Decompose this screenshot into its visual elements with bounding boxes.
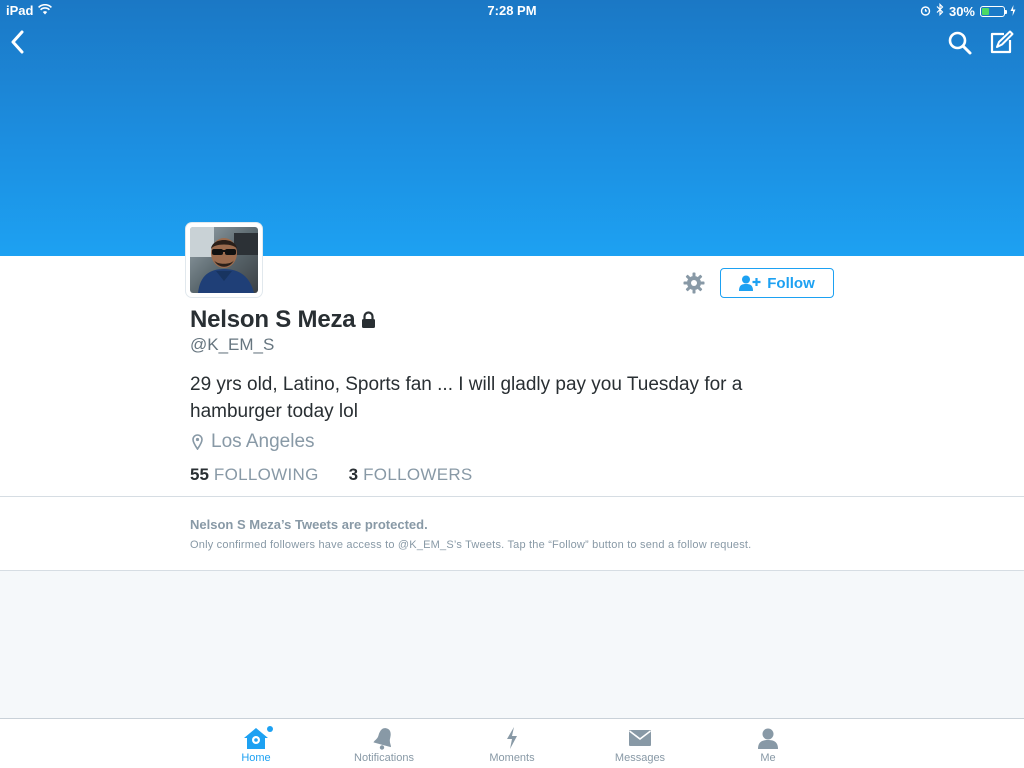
- protected-title: Nelson S Meza’s Tweets are protected.: [190, 517, 428, 532]
- status-bar: iPad 7:28 PM 30%: [0, 0, 1024, 22]
- tab-me-label: Me: [760, 752, 776, 764]
- avatar[interactable]: [186, 223, 262, 297]
- tab-notifications[interactable]: Notifications: [339, 725, 429, 764]
- following-label: FOLLOWING: [213, 465, 319, 484]
- back-button[interactable]: [4, 28, 30, 56]
- profile-bio: 29 yrs old, Latino, Sports fan ... I wil…: [190, 374, 743, 422]
- add-user-icon: [739, 275, 761, 291]
- tab-home[interactable]: Home: [211, 725, 301, 764]
- person-icon: [758, 728, 778, 749]
- protected-description: Only confirmed followers have access to …: [190, 539, 752, 551]
- avatar-photo: [190, 227, 258, 293]
- tab-moments[interactable]: Moments: [467, 725, 557, 764]
- profile-name: Nelson S Meza: [190, 306, 356, 333]
- protected-tweets-notice: Nelson S Meza’s Tweets are protected. On…: [0, 497, 1024, 571]
- settings-gear-button[interactable]: [682, 271, 706, 295]
- search-icon: [948, 31, 972, 55]
- profile-stats: 55 FOLLOWING 3 FOLLOWERS: [190, 465, 473, 485]
- bluetooth-icon: [936, 3, 944, 19]
- search-button[interactable]: [946, 29, 974, 57]
- bell-icon: [373, 728, 391, 750]
- following-stat[interactable]: 55 FOLLOWING: [190, 465, 319, 485]
- bottom-tab-bar: Home Notifications Moments Messages Me: [0, 718, 1024, 768]
- alarm-icon: [920, 4, 931, 19]
- followers-stat[interactable]: 3 FOLLOWERS: [349, 465, 473, 485]
- followers-label: FOLLOWERS: [363, 465, 473, 484]
- tab-messages-label: Messages: [614, 752, 666, 764]
- profile-location: Los Angeles: [192, 431, 315, 453]
- tab-home-label: Home: [241, 752, 271, 764]
- compose-icon: [990, 30, 1014, 54]
- charging-icon: [1010, 4, 1016, 19]
- tab-messages[interactable]: Messages: [595, 725, 685, 764]
- gear-icon: [683, 272, 705, 294]
- tab-moments-label: Moments: [489, 752, 535, 764]
- location-pin-icon: [192, 434, 203, 450]
- follow-button[interactable]: Follow: [720, 268, 834, 298]
- lightning-icon: [507, 727, 517, 749]
- profile-header-banner: iPad 7:28 PM 30%: [0, 0, 1024, 256]
- home-icon: [244, 728, 268, 749]
- tab-notifications-label: Notifications: [354, 752, 414, 764]
- lock-icon: [362, 311, 376, 328]
- status-time: 7:28 PM: [487, 3, 537, 18]
- profile-handle: @K_EM_S: [190, 335, 275, 354]
- battery-percent: 30%: [948, 3, 975, 19]
- tab-me[interactable]: Me: [723, 725, 813, 764]
- envelope-icon: [629, 730, 651, 746]
- notification-dot: [267, 726, 273, 732]
- chevron-left-icon: [11, 30, 24, 54]
- compose-button[interactable]: [986, 28, 1016, 58]
- followers-count: 3: [348, 465, 359, 484]
- profile-name-row: Nelson S Meza: [190, 306, 376, 334]
- location-text: Los Angeles: [211, 431, 315, 452]
- following-count: 55: [190, 465, 209, 484]
- battery-icon: [980, 5, 1007, 17]
- follow-button-label: Follow: [767, 274, 815, 292]
